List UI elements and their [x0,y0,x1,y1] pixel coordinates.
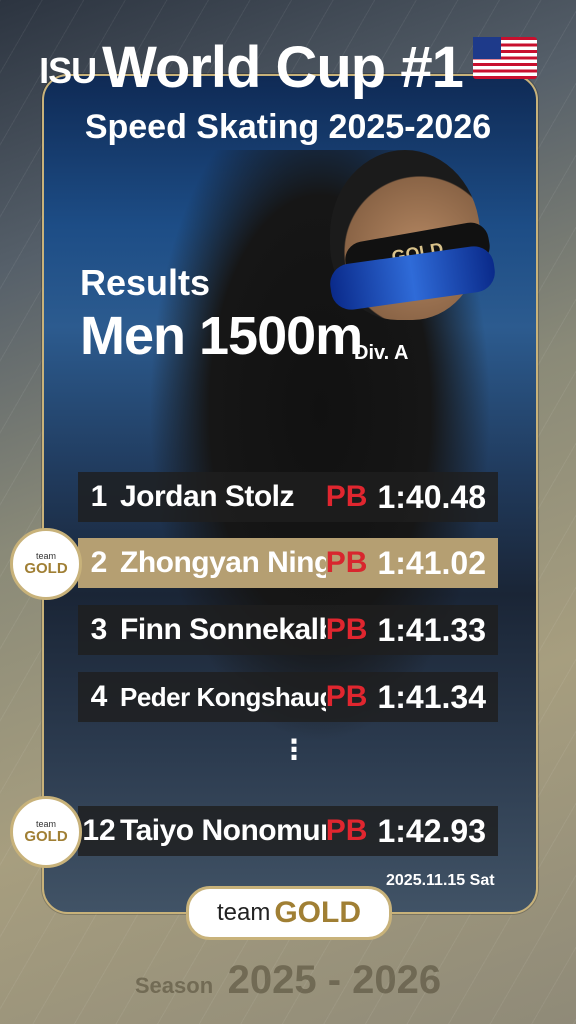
athlete-name: Finn Sonnekalb [120,613,326,646]
result-row-2: 2 Zhongyan Ning PB 1:41.02 [78,538,498,588]
pb-badge: PB [325,480,368,513]
rank: 2 [90,546,108,579]
athlete-name: Taiyo Nonomura [120,814,326,847]
season-years: 2025 - 2026 [227,958,442,1002]
finish-time: 1:41.34 [377,678,486,715]
team-gold-badge: team GOLD [10,796,82,868]
title-main: World Cup #1 [102,35,464,100]
finish-time: 1:41.33 [377,611,486,648]
us-flag-icon [472,37,537,79]
athlete-name: Peder Kongshaug [120,681,326,712]
result-row-12: 12 Taiyo Nonomura PB 1:42.93 [78,806,498,856]
results-label: Results [80,262,211,303]
event-name: Men 1500m [80,306,363,366]
event-date: 2025.11.15 Sat [386,872,495,889]
season-footer: Season 2025 - 2026 [0,958,576,1003]
header: ISU World Cup #1 Speed Skating 2025-2026 [0,36,576,149]
division-label: Div. A [354,342,409,364]
result-row-4: 4 Peder Kongshaug PB 1:41.34 [78,672,498,722]
badge-gold-text: GOLD [24,560,68,577]
team-gold-badge: team GOLD [10,528,82,600]
page-subtitle: Speed Skating 2025-2026 [84,108,492,146]
rank: 12 [82,814,116,847]
pb-badge: PB [325,546,368,579]
more-results-ellipsis: ⋮ [280,734,308,765]
pb-badge: PB [325,680,368,713]
result-row-1: 1 Jordan Stolz PB 1:40.48 [78,472,498,522]
rank: 4 [90,680,108,713]
pb-badge: PB [325,814,368,847]
rank: 1 [90,480,108,513]
athlete-name: Jordan Stolz [120,480,295,513]
season-label: Season [134,973,214,998]
finish-time: 1:42.93 [377,812,486,849]
logo-gold-text: GOLD [274,896,362,929]
page-title: ISU World Cup #1 [0,36,576,103]
rank: 3 [90,613,108,646]
result-row-3: 3 Finn Sonnekalb PB 1:41.33 [78,605,498,655]
finish-time: 1:41.02 [377,544,486,581]
finish-time: 1:40.48 [377,478,486,515]
pb-badge: PB [325,613,368,646]
title-prefix: ISU [39,50,97,91]
logo-team-text: team [216,899,271,926]
team-gold-logo: team GOLD [186,886,392,940]
athlete-name: Zhongyan Ning [120,546,326,579]
badge-gold-text: GOLD [24,828,68,845]
